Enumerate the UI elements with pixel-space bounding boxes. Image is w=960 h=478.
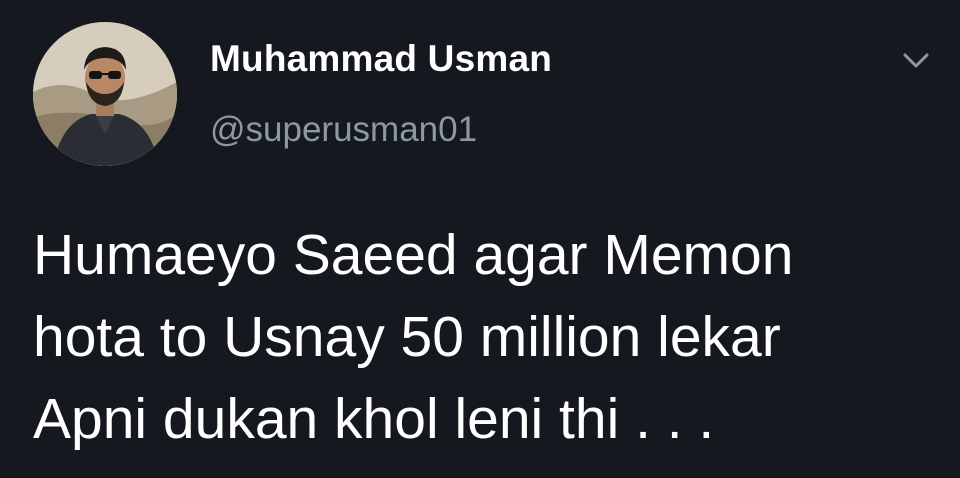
tweet-menu-button[interactable] xyxy=(896,46,936,76)
chevron-down-icon xyxy=(903,53,929,68)
author-handle[interactable]: @superusman01 xyxy=(210,110,477,150)
tweet-text: Humaeyo Saeed agar Memon hota to Usnay 5… xyxy=(33,223,794,451)
author-display-name[interactable]: Muhammad Usman xyxy=(210,38,552,80)
tweet-card: Muhammad Usman @superusman01 Humaeyo Sae… xyxy=(0,0,960,478)
avatar[interactable] xyxy=(33,22,177,166)
avatar-image xyxy=(33,22,177,166)
